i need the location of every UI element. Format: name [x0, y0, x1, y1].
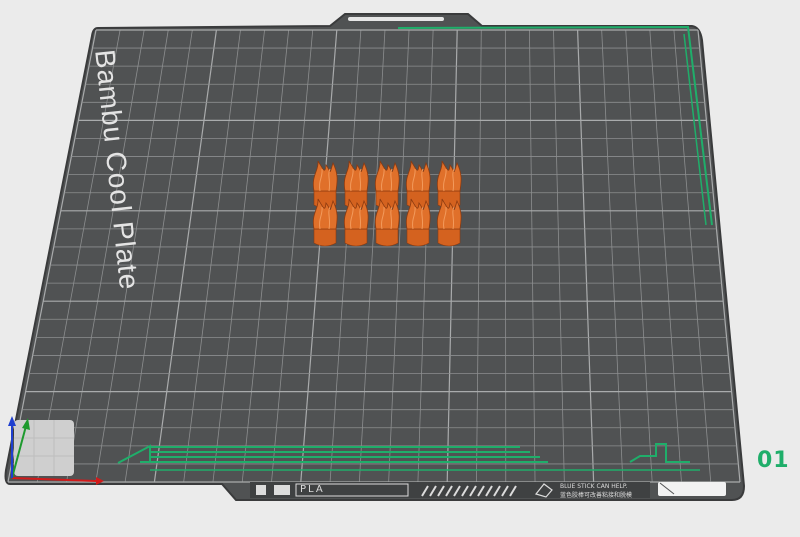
qr-icon	[256, 485, 266, 495]
plate-number[interactable]: 01	[757, 448, 790, 473]
model-object[interactable]	[374, 160, 400, 209]
model-group[interactable]	[312, 160, 462, 247]
corner-calibration-pad	[14, 420, 74, 476]
model-object[interactable]	[436, 160, 462, 209]
model-object[interactable]	[343, 160, 369, 209]
glue-hint-line1: BLUE STICK CAN HELP.	[560, 483, 628, 490]
glue-hint-line2: 蓝色胶棒可改善粘接和脱模	[560, 492, 633, 499]
filament-label: PLA	[300, 484, 325, 495]
model-object[interactable]	[343, 198, 369, 247]
plate-handle-slot	[348, 17, 444, 21]
model-object[interactable]	[405, 198, 431, 247]
model-object[interactable]	[374, 198, 400, 247]
model-object[interactable]	[312, 198, 338, 247]
model-object[interactable]	[405, 160, 431, 209]
plate-logo-icon	[274, 485, 290, 495]
model-object[interactable]	[436, 198, 462, 247]
model-object[interactable]	[312, 160, 338, 209]
